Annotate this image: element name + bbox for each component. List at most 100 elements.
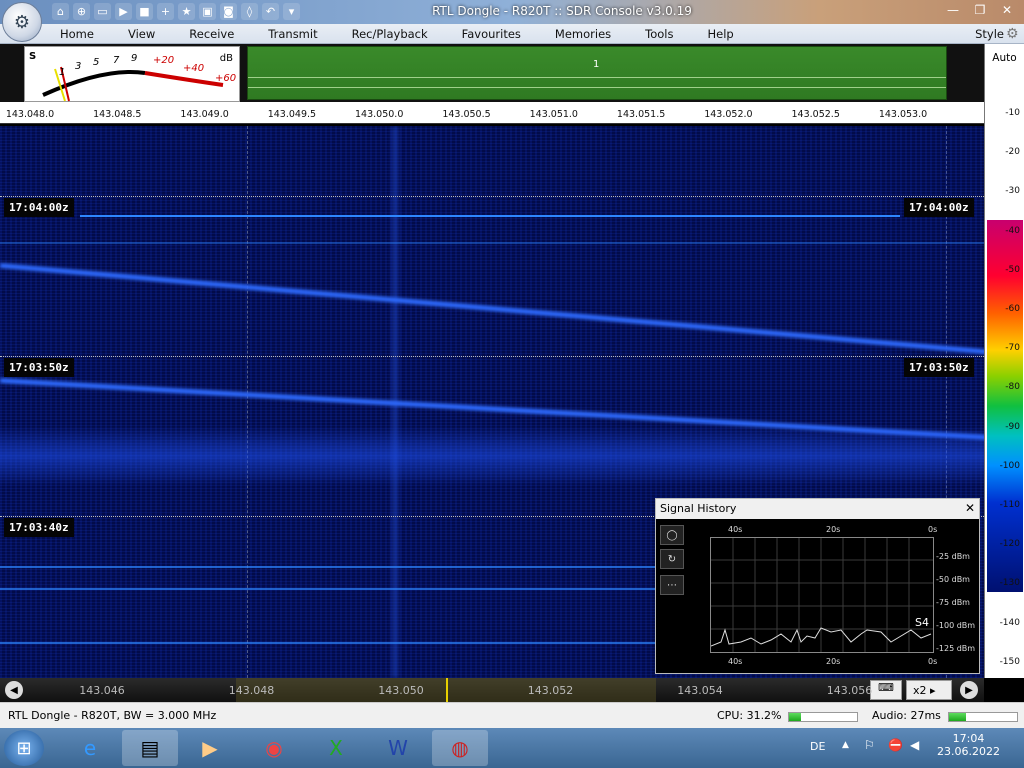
db-tick-label: -70 bbox=[1005, 343, 1020, 354]
x-bottom-label: 20s bbox=[826, 657, 841, 666]
menu-transmit[interactable]: Transmit bbox=[268, 27, 317, 41]
db-tick-label: -90 bbox=[1005, 421, 1020, 432]
overview-frequency-label: 143.050 bbox=[378, 684, 424, 697]
device-status: RTL Dongle - R820T, BW = 3.000 MHz bbox=[8, 709, 217, 722]
timestamp-label: 17:03:40z bbox=[4, 518, 74, 537]
x-top-label: 40s bbox=[728, 525, 743, 534]
more-button[interactable]: ⋯ bbox=[660, 575, 684, 595]
auto-button[interactable]: Auto bbox=[985, 52, 1024, 64]
s-meter-scale-label: +20 bbox=[153, 55, 174, 66]
db-tick-label: -110 bbox=[999, 500, 1020, 510]
network-icon[interactable]: ⚐ bbox=[864, 738, 875, 752]
minimize-icon[interactable]: — bbox=[940, 1, 966, 19]
signal-history-header: Signal History ✕ bbox=[656, 499, 979, 519]
app-menu-orb[interactable]: ⚙ bbox=[2, 2, 42, 42]
db-tick-label: -150 bbox=[999, 656, 1020, 667]
start-button[interactable]: ⊞ bbox=[4, 730, 44, 766]
menu-memories[interactable]: Memories bbox=[555, 27, 611, 41]
frequency-scale[interactable]: 143.048.0 143.048.5 143.049.0 143.049.5 143.… bbox=[0, 102, 984, 124]
db-tick-label: -80 bbox=[1005, 382, 1020, 393]
word-icon[interactable]: W bbox=[370, 730, 426, 766]
db-tick-label: -120 bbox=[999, 539, 1020, 550]
title-bar: ⌂ ⊕ ▭ ▶ ■ + ★ ▣ ◙ ◊ ↶ ▾ RTL Dongle - R82… bbox=[0, 0, 1024, 24]
db-tick-label: -60 bbox=[1005, 304, 1020, 314]
refresh-button[interactable]: ↻ bbox=[660, 549, 684, 569]
menu-items: Home View Receive Transmit Rec/Playback Favou… bbox=[60, 27, 768, 41]
db-tick-label: -140 bbox=[999, 617, 1020, 628]
excel-icon[interactable]: X bbox=[308, 730, 364, 766]
chrome-icon[interactable]: ◉ bbox=[246, 730, 302, 766]
menu-home[interactable]: Home bbox=[60, 27, 94, 41]
frequency-tick-label: 143.049.5 bbox=[267, 109, 317, 120]
color-gradient-bar[interactable] bbox=[987, 220, 1023, 592]
volume-icon[interactable]: ◀ bbox=[910, 738, 919, 752]
language-indicator[interactable]: DE bbox=[810, 740, 825, 753]
cpu-label: CPU: 31.2% bbox=[717, 709, 782, 722]
menu-favourites[interactable]: Favourites bbox=[462, 27, 521, 41]
y-label: -75 dBm bbox=[936, 598, 970, 607]
style-menu[interactable]: Style bbox=[975, 27, 1004, 41]
record-button[interactable]: ◯ bbox=[660, 525, 684, 545]
clock[interactable]: 17:04 23.06.2022 bbox=[937, 732, 1000, 758]
menu-receive[interactable]: Receive bbox=[189, 27, 234, 41]
signal-history-title: Signal History bbox=[660, 502, 737, 515]
internet-explorer-icon[interactable]: e bbox=[62, 730, 118, 766]
signal-history-panel: Signal History ✕ ◯ ↻ ⋯ 40s 20s 0s S4 -25… bbox=[655, 498, 980, 674]
db-tick-label: -50 bbox=[1005, 264, 1020, 275]
media-player-icon[interactable]: ▶ bbox=[182, 730, 238, 766]
settings-gear-icon[interactable]: ⚙ bbox=[1006, 26, 1022, 42]
maximize-icon[interactable]: ❐ bbox=[967, 1, 993, 19]
frequency-tick-label: 143.053.0 bbox=[878, 109, 928, 120]
s-meter-scale-label: 7 bbox=[113, 55, 120, 66]
menu-tools[interactable]: Tools bbox=[645, 27, 673, 41]
db-tick-label: -20 bbox=[1005, 147, 1020, 158]
db-tick-label: -30 bbox=[1005, 186, 1020, 197]
menu-recplayback[interactable]: Rec/Playback bbox=[352, 27, 428, 41]
s-meter-scale-label: 1 bbox=[59, 67, 65, 78]
close-icon[interactable]: ✕ bbox=[994, 1, 1020, 19]
timestamp-label: 17:04:00z bbox=[904, 198, 974, 217]
scroll-right-button[interactable]: ▶ bbox=[960, 681, 978, 699]
audio-label: Audio: 27ms bbox=[872, 709, 941, 722]
overview-frequency-label: 143.048 bbox=[228, 684, 275, 697]
timestamp-label: 17:04:00z bbox=[4, 198, 74, 217]
overview-frequency-label: 143.056 bbox=[826, 684, 873, 697]
frequency-tick-label: 143.048.5 bbox=[93, 109, 142, 120]
sdr-console-icon[interactable]: ◍ bbox=[432, 730, 488, 766]
cpu-bar bbox=[788, 712, 858, 722]
x-bottom-label: 40s bbox=[728, 657, 743, 666]
db-tick-label: -40 bbox=[1005, 225, 1020, 236]
s-meter-arc: 13 5 7 9 +20 +40 +60 bbox=[42, 53, 236, 102]
windows-taskbar: ⊞ e ▤ ▶ ◉ X W ◍ DE ▲ ⚐ ⛔ ◀ 17:04 23.06.2… bbox=[0, 728, 1024, 768]
frequency-tick-label: 143.050.0 bbox=[355, 109, 404, 120]
overview-frequency-label: 143.046 bbox=[79, 684, 125, 697]
y-label: -25 dBm bbox=[936, 552, 970, 561]
overview-frequency-bar[interactable]: ◀ ⌨ x2 ▸ ▶ 143.046 143.048 143.050 143.052 1… bbox=[0, 678, 984, 702]
y-label: -100 dBm bbox=[936, 621, 976, 630]
audio-bar bbox=[948, 712, 1018, 722]
s-value: S4 bbox=[915, 616, 929, 629]
ribbon-menu-bar: Home View Receive Transmit Rec/Playback Favou… bbox=[0, 24, 1024, 44]
x-top-label: 20s bbox=[826, 525, 841, 534]
explorer-icon[interactable]: ▤ bbox=[122, 730, 178, 766]
s-meter-scale-label: 3 bbox=[75, 61, 81, 72]
chevron-right-icon: ▸ bbox=[930, 684, 936, 697]
sdr-console-window: ⌂ ⊕ ▭ ▶ ■ + ★ ▣ ◙ ◊ ↶ ▾ RTL Dongle - R82… bbox=[0, 0, 1024, 768]
device-icon[interactable]: ⛔ bbox=[888, 738, 903, 752]
frequency-tick-label: 143.052.5 bbox=[791, 109, 840, 120]
tray-chevron-icon[interactable]: ▲ bbox=[842, 740, 849, 750]
close-icon[interactable]: ✕ bbox=[965, 501, 975, 515]
db-scale[interactable]: Auto -10 -20 -30 -40 -50 -60 -70 -80 -90 -100 -110… bbox=[984, 44, 1024, 678]
status-bar: RTL Dongle - R820T, BW = 3.000 MHz CPU: … bbox=[0, 702, 1024, 728]
zoom-selector[interactable]: x2 ▸ bbox=[906, 680, 952, 700]
s-meter-scale-label: 5 bbox=[93, 57, 99, 68]
window-controls: — ❐ ✕ bbox=[939, 1, 1020, 19]
db-tick-label: -130 bbox=[999, 578, 1020, 589]
frequency-tick-label: 143.050.5 bbox=[442, 109, 491, 120]
menu-help[interactable]: Help bbox=[707, 27, 733, 41]
keyboard-button[interactable]: ⌨ bbox=[870, 680, 902, 700]
mini-spectrum[interactable]: 1 bbox=[247, 46, 947, 100]
s-meter-scale-label: +60 bbox=[215, 73, 236, 84]
scroll-left-button[interactable]: ◀ bbox=[5, 681, 23, 699]
menu-view[interactable]: View bbox=[128, 27, 155, 41]
